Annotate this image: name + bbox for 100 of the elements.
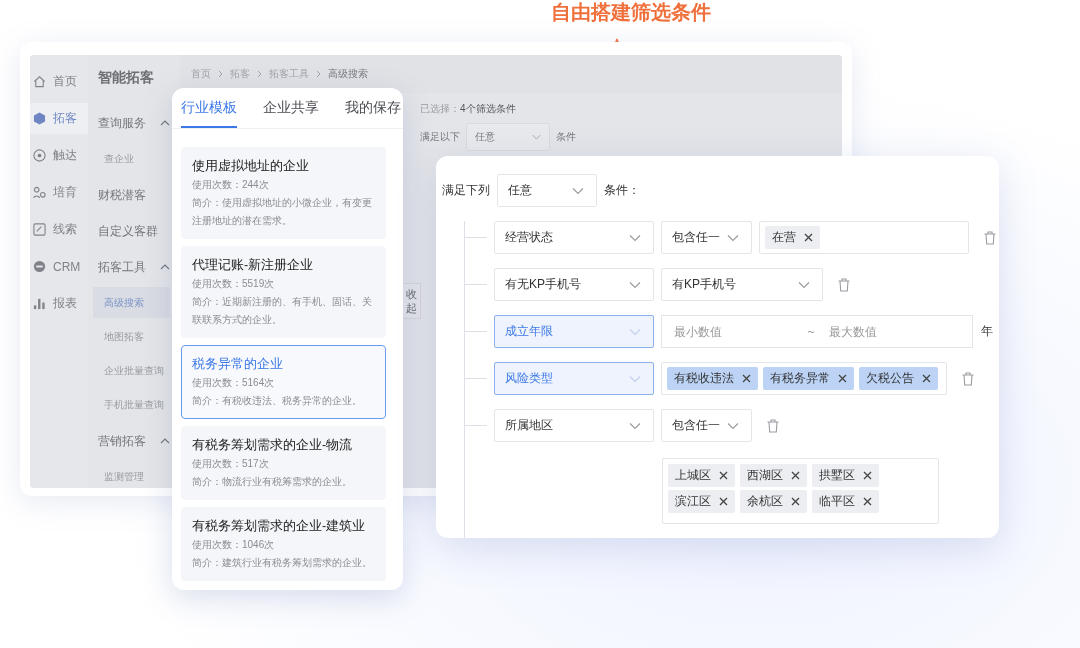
field-dropdown[interactable]: 经营状态: [494, 221, 654, 254]
close-icon[interactable]: [742, 374, 751, 383]
sidebar-item[interactable]: 监测管理: [93, 461, 170, 488]
field-dropdown[interactable]: 所属地区: [494, 409, 654, 442]
match-label: 满足下列: [442, 182, 490, 199]
sidebar-title: 智能拓客: [97, 69, 155, 87]
dropdown[interactable]: 任意: [497, 174, 597, 207]
chevron-down-icon: [572, 186, 584, 195]
template-card[interactable]: 代理记账-新注册企业 使用次数：5519次 简介：近期新注册的、有手机、固话、关联联系方式的企业。: [181, 246, 386, 338]
document-icon: [33, 223, 46, 236]
tag-label: 有税务异常: [770, 370, 830, 387]
range-separator: ~: [807, 324, 815, 339]
tag-label: 拱墅区: [819, 467, 855, 484]
value-dropdown[interactable]: 有KP手机号: [661, 268, 823, 301]
card-description: 简介：近期新注册的、有手机、固话、关联联系方式的企业。: [192, 295, 373, 327]
sidebar-group[interactable]: 拓客工具: [88, 249, 170, 285]
usage-count: 使用次数：1046次: [192, 538, 276, 552]
tag-field[interactable]: 有税收违法 有税务异常 欠税公告: [661, 362, 947, 395]
tag-label: 在营: [772, 229, 796, 246]
tag-label: 西湖区: [747, 467, 783, 484]
chevron-down-icon: [798, 280, 810, 289]
chevron-down-icon: [629, 233, 641, 242]
tag-field[interactable]: 上城区 西湖区 拱墅区 滨江区 余杭区 临平区: [662, 458, 939, 524]
nav-item[interactable]: 线索: [30, 214, 88, 245]
nav-item[interactable]: 首页: [30, 66, 88, 97]
tab[interactable]: 我的保存: [345, 96, 401, 126]
close-icon[interactable]: [863, 497, 872, 506]
card-title: 代理记账-新注册企业: [192, 257, 315, 274]
trash-icon[interactable]: [984, 230, 996, 245]
card-description: 简介：物流行业有税筹需求的企业。: [192, 475, 353, 489]
close-icon[interactable]: [804, 233, 813, 242]
chevron-down-icon: [629, 421, 641, 430]
sidebar-item[interactable]: 手机批量查询: [93, 389, 170, 420]
close-icon[interactable]: [791, 471, 800, 480]
trash-icon[interactable]: [962, 371, 974, 386]
chevron-down-icon: [532, 133, 541, 141]
home-icon: [33, 75, 46, 88]
trash-icon[interactable]: [767, 418, 779, 433]
card-description: 简介：建筑行业有税务筹划需求的企业。: [192, 556, 373, 570]
nav-item[interactable]: 培育: [30, 177, 88, 208]
chevron-down-icon: [727, 421, 739, 430]
template-card[interactable]: 有税务筹划需求的企业-物流 使用次数：517次 简介：物流行业有税筹需求的企业。: [181, 426, 386, 500]
template-card[interactable]: 有税务筹划需求的企业-建筑业 使用次数：1046次 简介：建筑行业有税务筹划需求的企业。: [181, 507, 386, 581]
sidebar-group[interactable]: 财税潜客: [88, 177, 170, 213]
operator-dropdown[interactable]: 包含任一: [661, 409, 752, 442]
min-value-input[interactable]: 最小数值: [672, 323, 808, 340]
card-description: 简介：使用虚拟地址的小微企业，有变更注册地址的潜在需求。: [192, 196, 373, 228]
nav-item[interactable]: 拓客: [30, 103, 88, 134]
template-card[interactable]: 税务异常的企业 使用次数：5164次 简介：有税收违法、税务异常的企业。: [181, 345, 386, 419]
field-dropdown[interactable]: 成立年限: [494, 315, 654, 348]
close-icon[interactable]: [719, 497, 728, 506]
sidebar-group[interactable]: 自定义客群: [88, 213, 170, 249]
card-title: 有税务筹划需求的企业-建筑业: [192, 518, 367, 535]
circle-icon: [33, 260, 46, 273]
unit-label: 年: [981, 323, 993, 340]
tab[interactable]: 行业模板: [181, 96, 237, 128]
field-dropdown[interactable]: 风险类型: [494, 362, 654, 395]
usage-count: 使用次数：517次: [192, 457, 270, 471]
template-card[interactable]: 使用虚拟地址的企业 使用次数：244次 简介：使用虚拟地址的小微企业，有变更注册地址的潜在需求。: [181, 147, 386, 239]
hexagon-icon: [33, 112, 46, 125]
chevron-down-icon: [629, 327, 641, 336]
sidebar-item[interactable]: 地图拓客: [93, 321, 170, 352]
breadcrumb-link[interactable]: 高级搜索: [328, 67, 368, 81]
sidebar-item[interactable]: 查企业: [93, 143, 170, 174]
tag-field[interactable]: 在营: [759, 221, 969, 254]
nav-item[interactable]: 报表: [30, 288, 88, 319]
nav-item[interactable]: CRM: [30, 251, 88, 282]
max-value-input[interactable]: 最大数值: [826, 323, 962, 340]
close-icon[interactable]: [838, 374, 847, 383]
tag-label: 余杭区: [747, 493, 783, 510]
usage-count: 使用次数：244次: [192, 178, 270, 192]
close-icon[interactable]: [863, 471, 872, 480]
breadcrumb-link[interactable]: 首页: [191, 67, 211, 81]
sidebar-item[interactable]: 企业批量查询: [93, 355, 170, 386]
close-icon[interactable]: [719, 471, 728, 480]
trash-icon[interactable]: [838, 277, 850, 292]
tag-label: 有税收违法: [674, 370, 734, 387]
sidebar-item[interactable]: 高级搜索: [93, 287, 170, 318]
target-icon: [33, 149, 46, 162]
chevron-right-icon: [316, 70, 321, 78]
tag-label: 欠税公告: [866, 370, 914, 387]
tag-label: 临平区: [819, 493, 855, 510]
close-icon[interactable]: [791, 497, 800, 506]
chevron-right-icon: [218, 70, 223, 78]
usage-count: 使用次数：5519次: [192, 277, 276, 291]
dropdown[interactable]: 任意: [466, 123, 550, 151]
operator-dropdown[interactable]: 包含任一: [661, 221, 752, 254]
usage-count: 使用次数：5164次: [192, 376, 276, 390]
field-dropdown[interactable]: 有无KP手机号: [494, 268, 654, 301]
close-icon[interactable]: [922, 374, 931, 383]
card-description: 简介：有税收违法、税务异常的企业。: [192, 394, 363, 408]
sidebar-group[interactable]: 营销拓客: [88, 423, 170, 459]
annotation-title: 自由搭建筛选条件: [551, 0, 711, 24]
tab[interactable]: 企业共享: [263, 96, 319, 126]
sidebar-group[interactable]: 查询服务: [88, 105, 170, 141]
card-title: 使用虚拟地址的企业: [192, 158, 310, 175]
nav-item[interactable]: 触达: [30, 140, 88, 171]
chevron-down-icon: [629, 280, 641, 289]
match-label: 条件：: [604, 182, 640, 199]
match-label: 条件: [556, 130, 576, 144]
